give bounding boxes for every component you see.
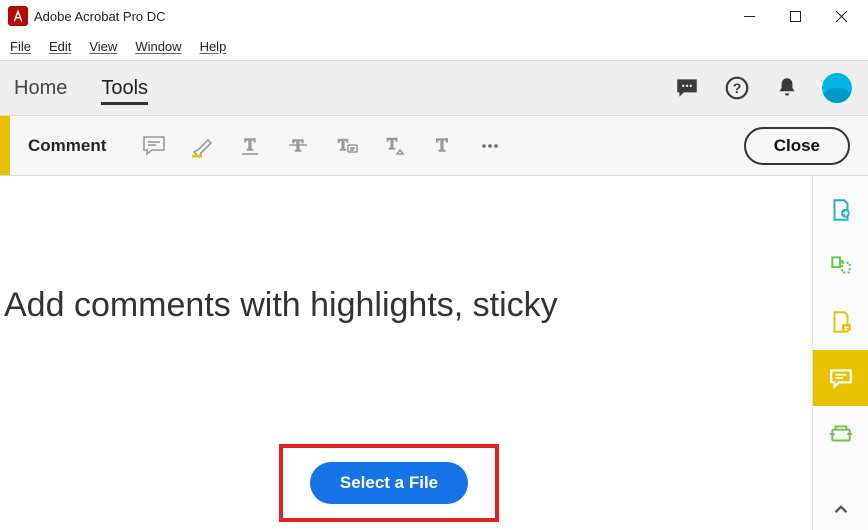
rail-organize-icon[interactable] <box>813 238 868 294</box>
rail-scan-icon[interactable] <box>813 406 868 462</box>
menu-edit[interactable]: Edit <box>49 39 71 54</box>
svg-text:T: T <box>245 135 256 154</box>
highlight-icon[interactable] <box>178 122 226 170</box>
rail-edit-pdf-icon[interactable] <box>813 294 868 350</box>
window-minimize-button[interactable] <box>726 1 772 31</box>
close-tool-button[interactable]: Close <box>744 127 850 165</box>
text-strikethrough-icon[interactable]: T <box>274 122 322 170</box>
menu-file[interactable]: File <box>10 39 31 54</box>
account-avatar[interactable] <box>820 71 854 105</box>
main-content: Add comments with highlights, sticky Sel… <box>0 176 812 530</box>
text-underline-icon[interactable]: T <box>226 122 274 170</box>
more-tools-icon[interactable] <box>466 122 514 170</box>
bell-icon[interactable] <box>770 71 804 105</box>
menu-bar: File Edit View Window Help <box>0 32 868 60</box>
comment-accent-stripe <box>0 116 10 175</box>
rail-collapse-icon[interactable] <box>813 490 868 530</box>
window-close-button[interactable] <box>818 1 864 31</box>
menu-view[interactable]: View <box>89 39 117 54</box>
svg-text:T: T <box>388 136 398 153</box>
text-insert-icon[interactable]: T <box>370 122 418 170</box>
menu-window[interactable]: Window <box>135 39 181 54</box>
chat-icon[interactable] <box>670 71 704 105</box>
page-headline: Add comments with highlights, sticky <box>0 176 812 325</box>
svg-text:T: T <box>339 137 349 154</box>
window-titlebar: Adobe Acrobat Pro DC <box>0 0 868 32</box>
menu-help[interactable]: Help <box>200 39 227 54</box>
help-icon[interactable]: ? <box>720 71 754 105</box>
sticky-note-icon[interactable] <box>130 122 178 170</box>
rail-comment-icon[interactable] <box>813 350 868 406</box>
text-comment-icon[interactable]: T <box>322 122 370 170</box>
tab-tools[interactable]: Tools <box>101 61 148 115</box>
right-tool-rail <box>812 176 868 530</box>
svg-text:?: ? <box>733 80 742 96</box>
rail-export-pdf-icon[interactable] <box>813 182 868 238</box>
window-maximize-button[interactable] <box>772 1 818 31</box>
top-tab-bar: Home Tools ? <box>0 60 868 116</box>
toolbar-title: Comment <box>28 136 106 156</box>
acrobat-app-icon <box>8 6 28 26</box>
comment-toolbar: Comment T T T T T Close <box>0 116 868 176</box>
tab-home[interactable]: Home <box>14 61 67 115</box>
window-title: Adobe Acrobat Pro DC <box>34 9 166 24</box>
select-file-highlight-box: Select a File <box>279 444 499 522</box>
svg-text:T: T <box>437 135 448 155</box>
text-tool-icon[interactable]: T <box>418 122 466 170</box>
select-file-button[interactable]: Select a File <box>310 462 468 504</box>
